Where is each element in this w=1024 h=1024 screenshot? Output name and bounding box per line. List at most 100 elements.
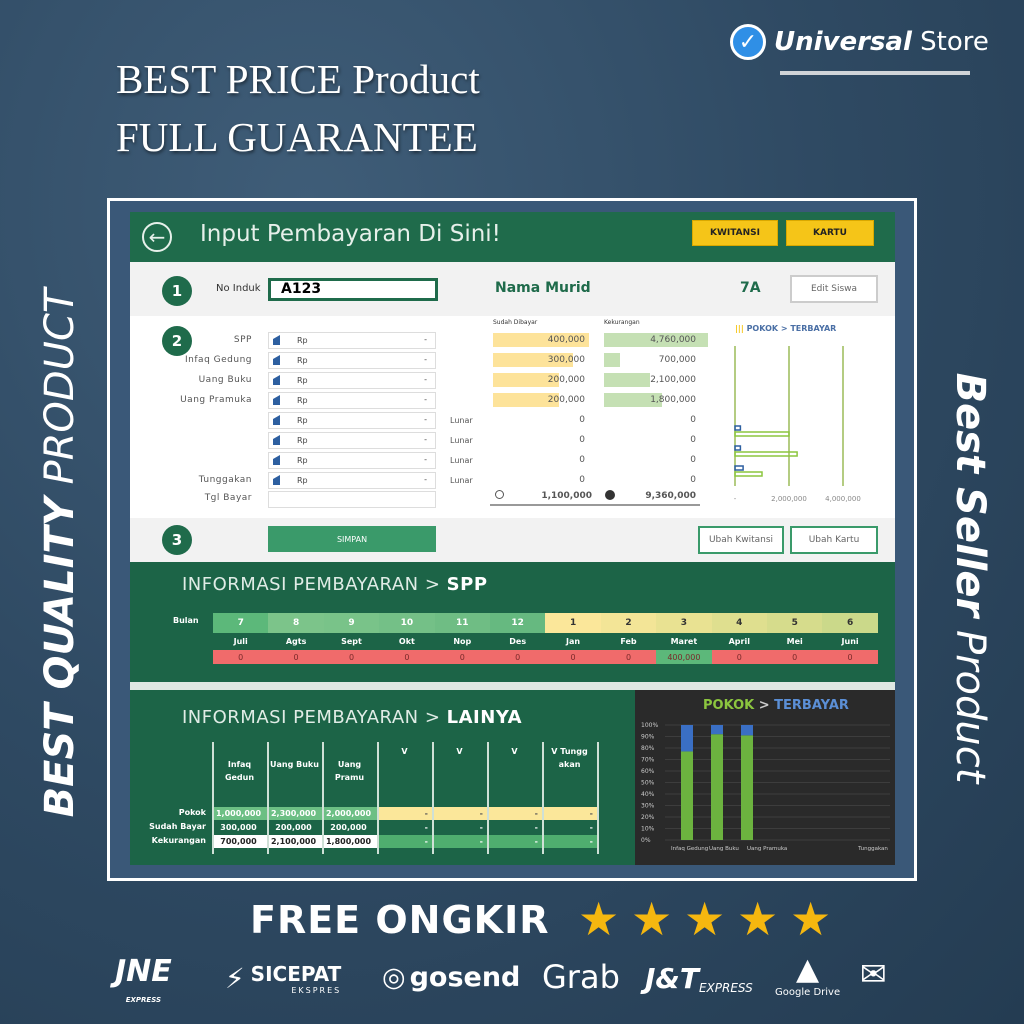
fee-dropdown[interactable]: Rp - <box>268 432 436 449</box>
currency-label: Rp <box>297 416 308 425</box>
side-text-left: BEST QUALITY PRODUCT <box>37 273 83 833</box>
app-header: ← Input Pembayaran Di Sini! KWITANSI KAR… <box>130 212 895 262</box>
currency-label: Rp <box>297 356 308 365</box>
currency-label: Rp <box>297 476 308 485</box>
spreadsheet-screenshot: ← Input Pembayaran Di Sini! KWITANSI KAR… <box>130 212 895 865</box>
ubah-kartu-button[interactable]: Ubah Kartu <box>790 526 878 554</box>
back-arrow-icon[interactable]: ← <box>142 222 172 252</box>
totals-underline <box>490 504 700 506</box>
edit-siswa-button[interactable]: Edit Siswa <box>790 275 878 303</box>
month-number: 8 <box>268 613 324 633</box>
step-3-badge: 3 <box>162 525 192 555</box>
fee-dropdown[interactable]: Rp - <box>268 392 436 409</box>
fee-dropdown[interactable]: Rp - <box>268 472 436 489</box>
side-right-bold: Best Seller <box>947 372 993 618</box>
sicepat-sub: EKSPRES <box>291 986 342 995</box>
table-cell: 2,100,000 <box>269 835 322 848</box>
spp-payment-cell: 0 <box>822 650 878 664</box>
currency-label: Rp <box>297 456 308 465</box>
due-value: 4,760,000 <box>650 335 696 345</box>
chart-icon <box>273 395 280 405</box>
brand-underline <box>780 71 970 75</box>
terbayar-segment <box>741 725 753 736</box>
spp-payment-cell: 0 <box>767 650 823 664</box>
month-name: Feb <box>620 636 637 646</box>
spp-title: INFORMASI PEMBAYARAN > SPP <box>182 574 488 595</box>
column-header: Uang Pramu <box>334 760 365 782</box>
paid-value: 300,000 <box>547 355 585 365</box>
kwitansi-button[interactable]: KWITANSI <box>692 220 778 246</box>
x-tick-label: Infaq Gedung <box>671 846 708 852</box>
spp-payment-cell: 0 <box>434 650 490 664</box>
fee-dropdown[interactable]: Rp - <box>268 332 436 349</box>
month-number: 2 <box>600 613 657 633</box>
col-kekurangan: Kekurangan <box>604 319 640 326</box>
fee-label: Uang Buku <box>198 375 252 385</box>
bulan-label: Bulan <box>173 616 199 625</box>
spp-payment-cell: 0 <box>323 650 380 664</box>
paid-value: 0 <box>579 415 585 425</box>
chart-icon <box>273 375 280 385</box>
due-value: 2,100,000 <box>650 375 696 385</box>
kartu-button[interactable]: KARTU <box>786 220 874 246</box>
month-name: Jan <box>566 636 581 646</box>
fee-dropdown[interactable]: Rp - <box>268 452 436 469</box>
brand-name-bold: Universal <box>774 27 912 57</box>
fee-dropdown[interactable]: Rp - <box>268 412 436 429</box>
row-label: Sudah Bayar <box>149 822 206 831</box>
chart-icon <box>273 415 280 425</box>
fee-dropdown[interactable]: Rp - <box>268 352 436 369</box>
fee-label: Tunggakan <box>198 475 252 485</box>
column-header: V <box>456 747 463 756</box>
currency-label: Rp <box>297 396 308 405</box>
month-number: 9 <box>323 613 380 633</box>
title-sep: > <box>758 698 770 713</box>
table-cell: 200,000 <box>269 821 322 834</box>
y-tick-label: 80% <box>641 745 655 752</box>
jne-logo: JNE EXPRESS <box>115 957 172 1014</box>
month-name: Agts <box>285 636 307 646</box>
due-value: 700,000 <box>658 355 696 365</box>
spp-payment-cell: 0 <box>711 650 767 664</box>
simpan-button[interactable]: SIMPAN <box>268 526 436 552</box>
col-sudah-dibayar: Sudah Dibayar <box>493 319 538 326</box>
step-1-row: 1 No Induk A123 Nama Murid 7A Edit Siswa <box>130 262 895 316</box>
status-label: Lunar <box>450 416 473 425</box>
dropdown-value: - <box>424 415 427 424</box>
pokok-segment <box>741 735 753 840</box>
mini-chart-title: ||| POKOK > TERBAYAR <box>735 324 836 333</box>
tgl-bayar-input[interactable] <box>268 491 436 508</box>
month-number: 4 <box>711 613 767 633</box>
month-name: Juni <box>841 636 859 646</box>
y-tick-label: 90% <box>641 734 655 741</box>
jnt-logo: J&T EXPRESS <box>645 962 753 995</box>
no-induk-label: No Induk <box>216 283 261 294</box>
month-number: 5 <box>767 613 823 633</box>
paid-value: 200,000 <box>547 395 585 405</box>
currency-label: Rp <box>297 336 308 345</box>
row-label: Pokok <box>178 808 206 817</box>
paid-value: 0 <box>579 435 585 445</box>
spp-title-bold: SPP <box>446 574 488 595</box>
chart-icon <box>273 475 280 485</box>
fee-dropdown[interactable]: Rp - <box>268 372 436 389</box>
ubah-kwitansi-button[interactable]: Ubah Kwitansi <box>698 526 784 554</box>
fee-label: Uang Pramuka <box>180 395 252 405</box>
due-value: 0 <box>690 415 696 425</box>
paid-value: 0 <box>579 455 585 465</box>
side-text-right: Best Seller Product <box>947 298 993 858</box>
month-number: 3 <box>656 613 712 633</box>
step-3-row: 3 SIMPAN Ubah Kwitansi Ubah Kartu <box>130 518 895 562</box>
no-induk-input[interactable]: A123 <box>268 278 438 301</box>
y-tick-label: 60% <box>641 768 655 775</box>
due-value: 0 <box>690 475 696 485</box>
column-header: Uang Buku <box>270 760 319 769</box>
month-name: Okt <box>398 636 415 646</box>
section-divider <box>130 682 895 690</box>
google-drive-icon: ▲ <box>796 952 820 987</box>
stacked-chart-title: POKOK > TERBAYAR <box>703 698 849 713</box>
title-pokok: POKOK <box>703 698 755 713</box>
y-tick-label: 0% <box>641 837 651 844</box>
column-header: Infaq Gedun <box>224 760 255 782</box>
table-cell: - <box>434 807 487 820</box>
